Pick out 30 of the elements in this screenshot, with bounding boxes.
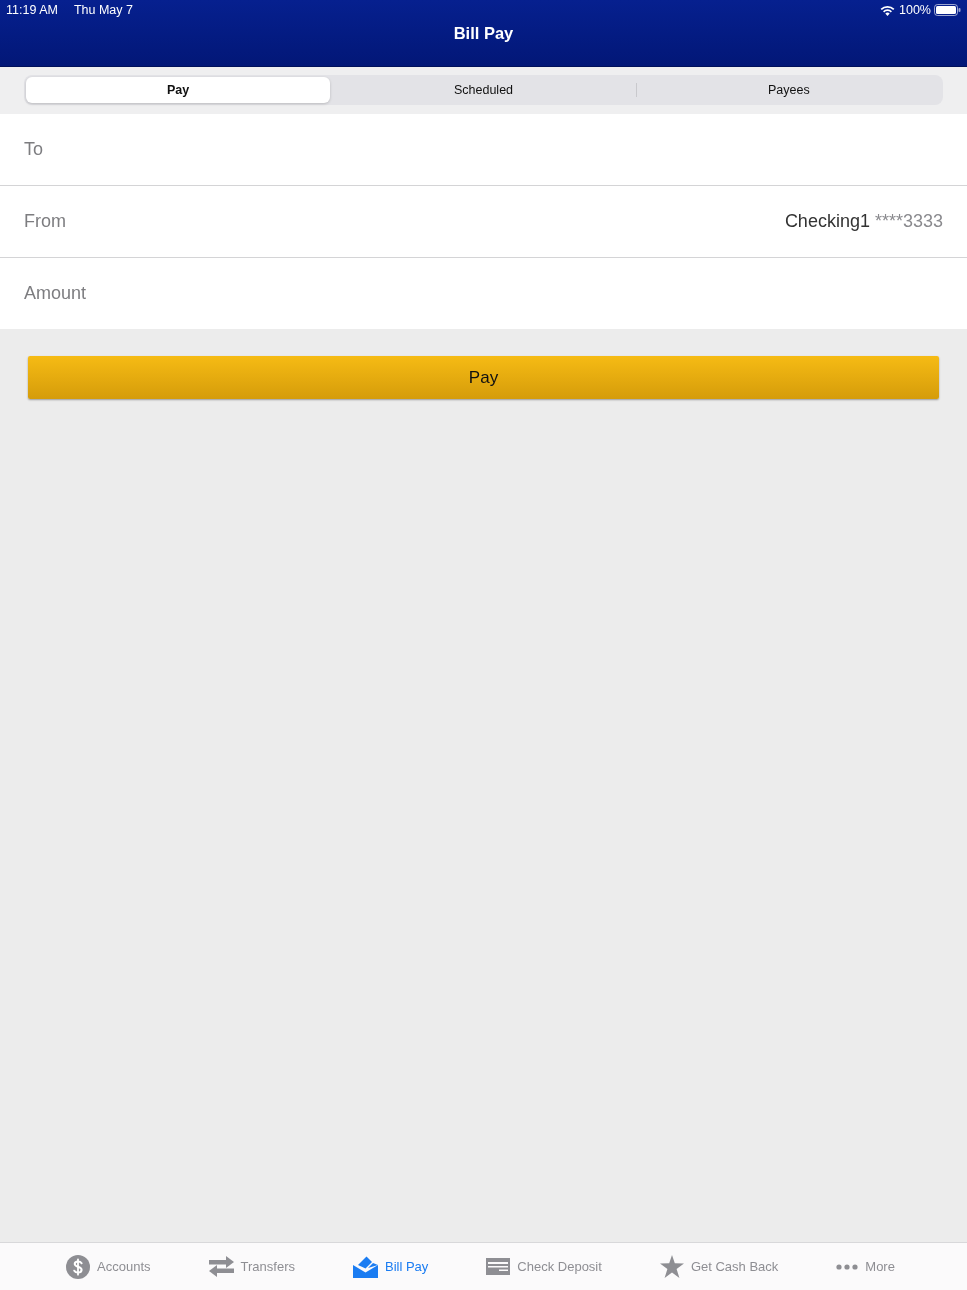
form-row[interactable]: To	[0, 114, 967, 186]
form-row[interactable]: Amount	[0, 258, 967, 329]
star-icon[interactable]	[659, 1255, 684, 1278]
segment-tab[interactable]: Scheduled	[331, 77, 636, 103]
swap-arrows-icon[interactable]	[208, 1256, 234, 1277]
screen-title: Bill Pay	[453, 24, 514, 42]
battery-percent: 100%	[899, 1, 931, 19]
dollar-coin-icon[interactable]	[66, 1254, 91, 1279]
wifi-icon	[880, 4, 895, 16]
bank-check-icon[interactable]	[486, 1258, 511, 1275]
status-time: 11:19 AM	[6, 1, 58, 19]
tab-bar-item[interactable]: Get Cash Back	[659, 1255, 779, 1278]
field-label: To	[24, 138, 43, 161]
tab-bar-item[interactable]: Check Deposit	[486, 1256, 602, 1277]
form-row[interactable]: From Checking1 ****3333	[0, 186, 967, 258]
status-date: Thu May 7	[73, 1, 133, 19]
pay-button[interactable]: Pay	[28, 356, 939, 399]
tab-bar-item[interactable]: Bill Pay	[352, 1255, 429, 1278]
envelope-icon[interactable]	[352, 1255, 378, 1278]
account-name: Checking1	[784, 210, 870, 233]
tab-bar-item[interactable]: Transfers	[208, 1256, 295, 1277]
more-icon[interactable]	[836, 1263, 859, 1270]
tab-bar-item[interactable]: More	[836, 1256, 895, 1277]
field-label: From	[24, 210, 66, 233]
battery-icon	[934, 4, 961, 16]
segment-tab[interactable]: Pay	[26, 77, 331, 103]
account-number: ****3333	[874, 210, 943, 233]
tab-bar-item[interactable]: Accounts	[66, 1254, 151, 1279]
segment-tab[interactable]: Payees	[636, 77, 941, 103]
field-label: Amount	[24, 282, 87, 305]
